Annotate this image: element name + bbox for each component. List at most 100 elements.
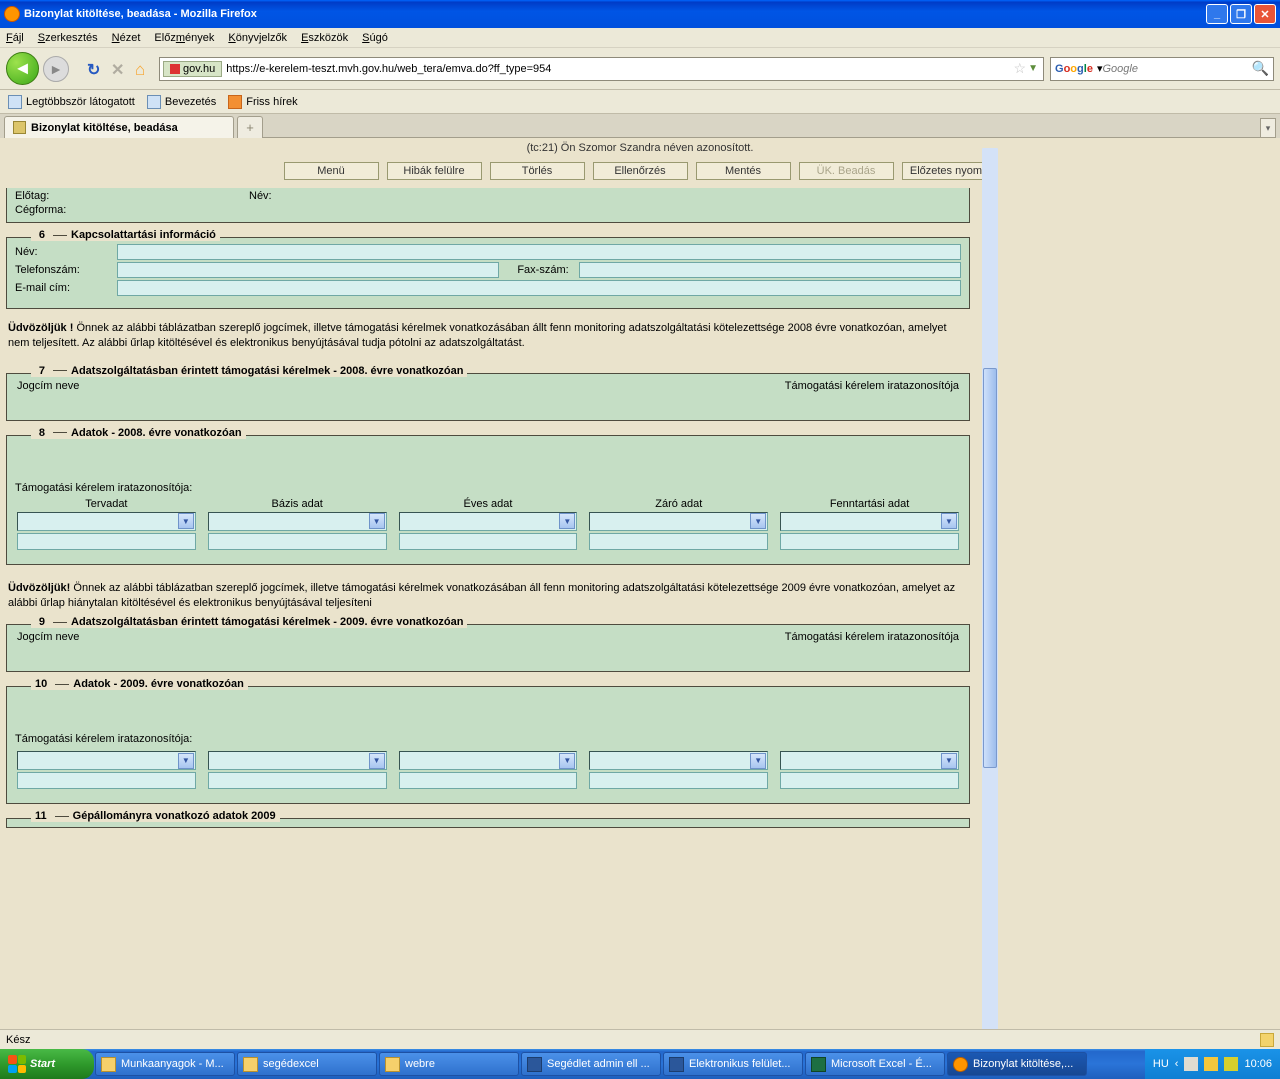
errors-top-button[interactable]: Hibák felülre [387,162,482,180]
combo-10-3[interactable]: ▼ [399,751,578,770]
bookmark-intro[interactable]: Bevezetés [147,95,216,109]
tab-favicon-icon [13,121,26,134]
chevron-down-icon: ▼ [750,753,766,769]
chevron-down-icon: ▼ [941,753,957,769]
forward-button[interactable]: ► [43,56,69,82]
search-bar[interactable]: Google ▾ Google 🔍 [1050,57,1274,81]
menu-bookmarks[interactable]: Könyvjelzők [228,32,287,44]
taskbar-item-excel[interactable]: Microsoft Excel - É... [805,1052,945,1076]
close-button[interactable]: ✕ [1254,4,1276,24]
col-bazis: Bázis adat [208,498,387,510]
taskbar-item-webre[interactable]: webre [379,1052,519,1076]
input-fax[interactable] [579,262,961,278]
bookmark-label: Friss hírek [246,96,297,108]
taskbar-item-elektronikus[interactable]: Elektronikus felület... [663,1052,803,1076]
column-header-jogcim: Jogcím neve [17,380,79,392]
taskbar-item-munkaanyagok[interactable]: Munkaanyagok - M... [95,1052,235,1076]
field-bazis[interactable] [208,533,387,550]
stop-icon[interactable]: ✕ [111,60,129,78]
field-10-4[interactable] [589,772,768,789]
bookmark-star-icon[interactable]: ☆ [1014,60,1027,77]
menu-tools[interactable]: Eszközök [301,32,348,44]
system-tray[interactable]: HU ‹ 10:06 [1145,1049,1280,1079]
check-button[interactable]: Ellenőrzés [593,162,688,180]
input-phone[interactable] [117,262,499,278]
field-eves[interactable] [399,533,578,550]
url-dropdown-icon[interactable]: ▼ [1026,63,1040,74]
url-text[interactable]: https://e-kerelem-teszt.mvh.gov.hu/web_t… [222,63,1013,75]
browser-statusbar: Kész [0,1029,1280,1049]
combo-10-1[interactable]: ▼ [17,751,196,770]
minimize-button[interactable]: _ [1206,4,1228,24]
menubar: FFájlájl Szerkesztés Nézet Előzmények Kö… [0,28,1280,48]
label-fax: Fax-szám: [501,264,576,276]
new-tab-button[interactable]: + [237,116,263,138]
field-10-1[interactable] [17,772,196,789]
clock[interactable]: 10:06 [1244,1058,1272,1070]
menu-help[interactable]: Súgó [362,32,388,44]
menu-edit[interactable]: Szerkesztés [38,32,98,44]
url-bar[interactable]: gov.hu https://e-kerelem-teszt.mvh.gov.h… [159,57,1044,81]
site-identity[interactable]: gov.hu [163,61,222,77]
tabs-dropdown-icon[interactable]: ▾ [1260,118,1276,138]
section-title: Gépállományra vonatkozó adatok 2009 [73,810,276,822]
reload-icon[interactable]: ↻ [87,60,105,78]
tab-current[interactable]: Bizonylat kitöltése, beadása [4,116,234,138]
shield-icon[interactable] [1224,1057,1238,1071]
taskbar-item-firefox[interactable]: Bizonylat kitöltése,... [947,1052,1087,1076]
taskbar-item-segedexcel[interactable]: segédexcel [237,1052,377,1076]
welcome-text-2009: Üdvözöljük! Önnek az alábbi táblázatban … [6,575,970,615]
panel-section-10: 10 Adatok - 2009. évre vonatkozóan Támog… [6,686,970,804]
field-zaro[interactable] [589,533,768,550]
combo-10-4[interactable]: ▼ [589,751,768,770]
panel-section-7: 7 Adatszolgáltatásban érintett támogatás… [6,373,970,421]
label-cegforma: Cégforma: [15,204,115,216]
tray-expand-icon[interactable]: ‹ [1175,1058,1179,1070]
start-label: Start [30,1058,55,1070]
section-title: Adatszolgáltatásban érintett támogatási … [71,616,463,628]
excel-icon [811,1057,826,1072]
input-email[interactable] [117,280,961,296]
menu-file[interactable]: FFájlájl [6,32,24,44]
menu-view[interactable]: Nézet [112,32,141,44]
save-button[interactable]: Mentés [696,162,791,180]
submit-button[interactable]: ÜK. Beadás [799,162,894,180]
field-10-3[interactable] [399,772,578,789]
menu-history[interactable]: Előzmények [154,32,214,44]
field-fenntart[interactable] [780,533,959,550]
col-tervadat: Tervadat [17,498,196,510]
language-indicator[interactable]: HU [1153,1058,1169,1070]
input-name[interactable] [117,244,961,260]
maximize-button[interactable]: ❐ [1230,4,1252,24]
field-tervadat[interactable] [17,533,196,550]
bookmark-news[interactable]: Friss hírek [228,95,297,109]
delete-button[interactable]: Törlés [490,162,585,180]
taskbar-item-segedlet[interactable]: Segédlet admin ell ... [521,1052,661,1076]
content-scrollbar[interactable] [982,148,998,1029]
back-button[interactable]: ◄ [6,52,39,85]
chevron-down-icon: ▼ [178,753,194,769]
combo-zaro[interactable]: ▼ [589,512,768,531]
combo-10-5[interactable]: ▼ [780,751,959,770]
notification-icon[interactable] [1204,1057,1218,1071]
firefox-icon [4,6,20,22]
folder-icon [385,1057,400,1072]
combo-eves[interactable]: ▼ [399,512,578,531]
label-elotag: Előtag: [15,190,115,202]
start-button[interactable]: Start [0,1049,94,1079]
combo-10-2[interactable]: ▼ [208,751,387,770]
col-zaro: Záró adat [589,498,768,510]
combo-bazis[interactable]: ▼ [208,512,387,531]
menu-button[interactable]: Menü [284,162,379,180]
bookmark-most-visited[interactable]: Legtöbbször látogatott [8,95,135,109]
combo-tervadat[interactable]: ▼ [17,512,196,531]
windows-taskbar: Start Munkaanyagok - M... segédexcel web… [0,1049,1280,1079]
field-10-5[interactable] [780,772,959,789]
home-icon[interactable]: ⌂ [135,60,153,78]
search-go-icon[interactable]: 🔍 [1252,60,1269,77]
mail-icon[interactable] [1184,1057,1198,1071]
combo-fenntart[interactable]: ▼ [780,512,959,531]
field-10-2[interactable] [208,772,387,789]
status-text: Kész [6,1034,30,1046]
label-nev: Név: [249,190,349,202]
